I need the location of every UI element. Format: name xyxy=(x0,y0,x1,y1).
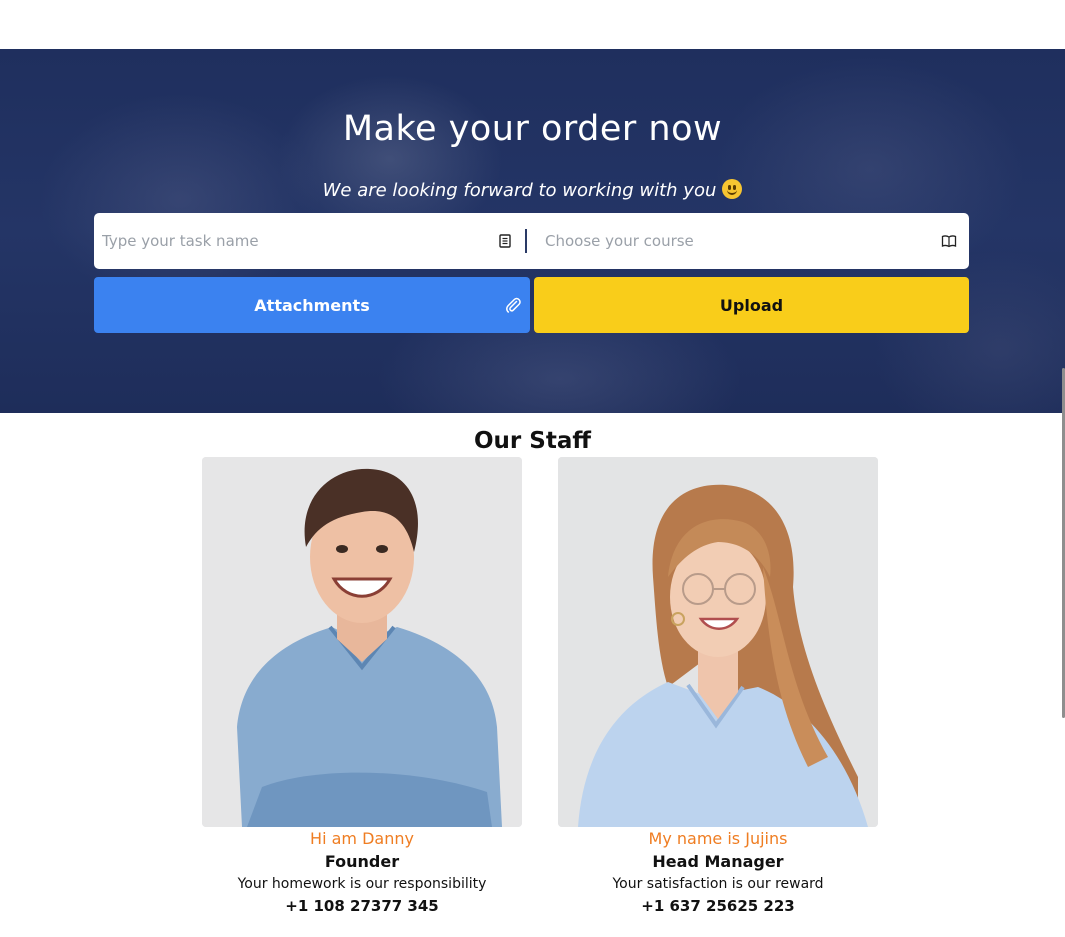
course-input[interactable] xyxy=(545,232,925,250)
course-field xyxy=(527,213,969,269)
hero-title: Make your order now xyxy=(342,109,723,149)
staff-greeting: Hi am Danny xyxy=(310,829,414,848)
staff-role: Founder xyxy=(324,852,400,871)
staff-card-danny: Hi am Danny Founder Your homework is our… xyxy=(202,457,522,916)
book-icon xyxy=(941,235,957,248)
staff-tagline: Your satisfaction is our reward xyxy=(612,876,824,892)
staff-phone[interactable]: +1 637 25625 223 xyxy=(558,896,878,916)
attachments-label: Attachments xyxy=(254,295,370,315)
upload-button[interactable]: Upload xyxy=(534,277,969,333)
staff-phone[interactable]: +1 108 27377 345 xyxy=(202,896,522,916)
smiley-emoji-icon xyxy=(722,179,743,199)
staff-photo-danny xyxy=(202,457,522,827)
task-name-input[interactable] xyxy=(102,232,482,250)
staff-photo-jujins xyxy=(558,457,878,827)
staff-card-jujins: My name is Jujins Head Manager Your sati… xyxy=(558,457,878,916)
staff-greeting: My name is Jujins xyxy=(648,829,788,848)
order-hero: Make your order now We are looking forwa… xyxy=(0,49,1065,413)
upload-label: Upload xyxy=(719,295,784,315)
staff-tagline: Your homework is our responsibility xyxy=(237,876,487,892)
order-input-bar xyxy=(94,213,969,269)
task-name-field xyxy=(94,213,525,269)
hero-subtitle: We are looking forward to working with y… xyxy=(0,179,1065,201)
paperclip-icon xyxy=(506,297,521,313)
staff-section-title: Our Staff xyxy=(474,428,591,454)
hero-subtitle-text: We are looking forward to working with y… xyxy=(322,180,717,201)
staff-role: Head Manager xyxy=(652,852,784,871)
notepad-icon xyxy=(499,234,511,248)
attachments-button[interactable]: Attachments xyxy=(94,277,530,333)
